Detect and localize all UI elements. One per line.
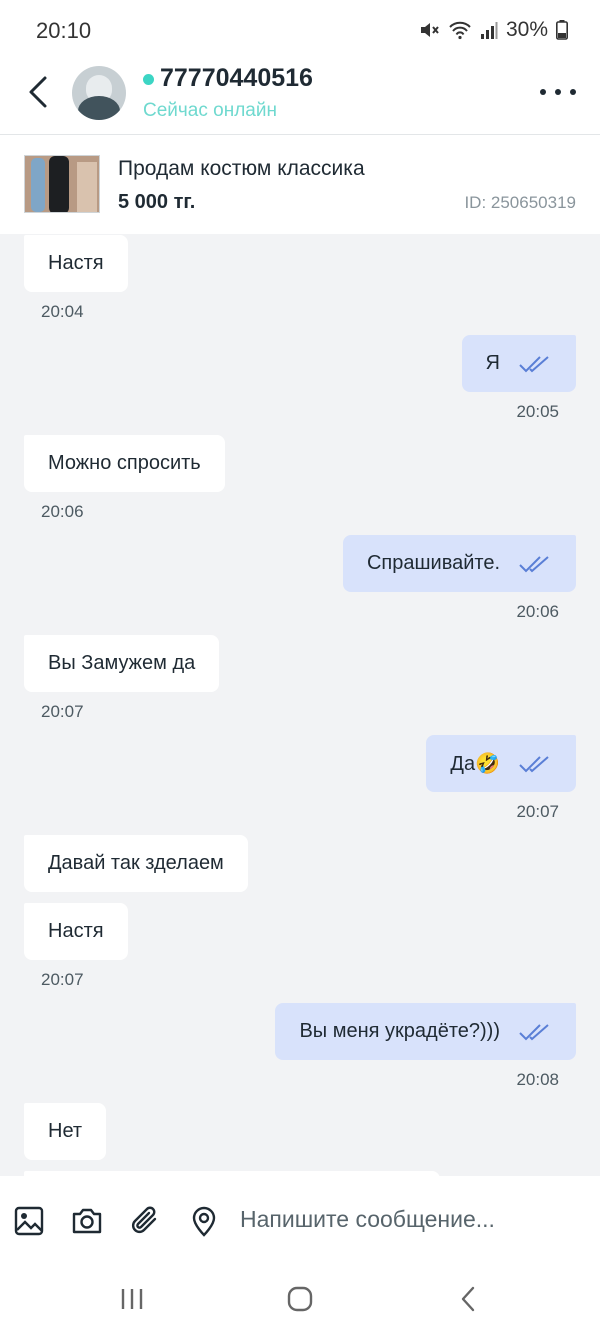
message-bubble-outgoing[interactable]: Я: [461, 335, 576, 392]
status-time: 20:10: [36, 18, 92, 43]
gallery-icon[interactable]: [12, 1204, 46, 1238]
message-text: Нет: [48, 1120, 83, 1142]
contact-name[interactable]: 77770440516: [160, 64, 313, 93]
message-bubble-incoming[interactable]: Нет: [24, 1103, 107, 1160]
message-time: 20:04: [41, 302, 84, 321]
camera-icon[interactable]: [70, 1204, 104, 1238]
status-icons: 30%: [418, 18, 568, 42]
message-text: Настя: [48, 252, 104, 274]
read-ticks-icon: [518, 554, 552, 574]
chat-header: 77770440516 Сейчас онлайн: [0, 60, 600, 134]
recent-apps-button[interactable]: [112, 1282, 152, 1316]
message-text: Спрашивайте.: [366, 552, 500, 574]
battery-icon: [556, 20, 568, 40]
message-time: 20:06: [41, 502, 84, 521]
read-ticks-icon: [518, 354, 552, 374]
message-text: Вы Замужем да: [48, 652, 196, 674]
message-time: 20:08: [516, 1070, 559, 1089]
contact-status: Сейчас онлайн: [143, 100, 277, 121]
attachment-icon[interactable]: [128, 1204, 162, 1238]
ad-thumbnail[interactable]: [24, 155, 100, 213]
ad-price: 5 000 тг.: [118, 191, 196, 213]
chevron-left-icon: [29, 76, 47, 108]
back-icon: [461, 1286, 475, 1312]
message-bubble-incoming[interactable]: Настя: [24, 235, 128, 292]
message-text: Вы меня украдёте?))): [299, 1020, 500, 1042]
home-button[interactable]: [280, 1282, 320, 1316]
message-bubble-incoming[interactable]: Можно спросить: [24, 435, 225, 492]
system-back-button[interactable]: [448, 1282, 488, 1316]
message-time: 20:07: [41, 970, 84, 989]
status-bar: 20:10 30%: [0, 0, 600, 60]
ad-preview[interactable]: Продам костюм классика 5 000 тг. ID: 250…: [0, 134, 600, 234]
message-list[interactable]: Настя 20:04 Я 20:05 Можно спросить 20:06…: [0, 234, 600, 1176]
wifi-icon: [448, 20, 472, 40]
ad-title[interactable]: Продам костюм классика: [118, 157, 365, 181]
message-text: Можно спросить: [48, 452, 201, 474]
recent-apps-icon: [121, 1289, 143, 1309]
avatar[interactable]: [72, 66, 126, 120]
message-time: 20:07: [41, 702, 84, 721]
message-input[interactable]: Напишите сообщение...: [240, 1206, 495, 1233]
home-icon: [287, 1286, 313, 1312]
message-bubble-outgoing[interactable]: Спрашивайте.: [342, 535, 576, 592]
back-button[interactable]: [18, 72, 58, 112]
message-bubble-outgoing[interactable]: Вы меня украдёте?))): [275, 1003, 576, 1060]
message-bubble-outgoing[interactable]: Да🤣: [426, 735, 576, 792]
more-options-button[interactable]: [540, 78, 576, 106]
read-ticks-icon: [518, 754, 552, 774]
battery-percent: 30%: [505, 18, 548, 41]
mute-icon: [418, 19, 440, 41]
message-bubble-incoming[interactable]: Настя: [24, 903, 128, 960]
signal-icon: [480, 20, 498, 40]
ad-id: ID: 250650319: [464, 193, 576, 212]
system-nav-bar: [0, 1268, 600, 1332]
message-bubble-incoming[interactable]: Давай так зделаем: [24, 835, 248, 892]
message-text: Настя: [48, 920, 104, 942]
read-ticks-icon: [518, 1022, 552, 1042]
message-time: 20:06: [516, 602, 559, 621]
message-composer: Напишите сообщение...: [0, 1176, 600, 1268]
location-icon[interactable]: [187, 1204, 221, 1238]
online-indicator: [143, 74, 154, 85]
message-time: 20:05: [516, 402, 559, 421]
message-text: Да🤣: [450, 753, 500, 775]
message-text: Давай так зделаем: [48, 852, 224, 874]
message-text: Я: [485, 352, 500, 374]
message-bubble-incoming[interactable]: Вы Замужем да: [24, 635, 220, 692]
message-time: 20:07: [516, 802, 559, 821]
